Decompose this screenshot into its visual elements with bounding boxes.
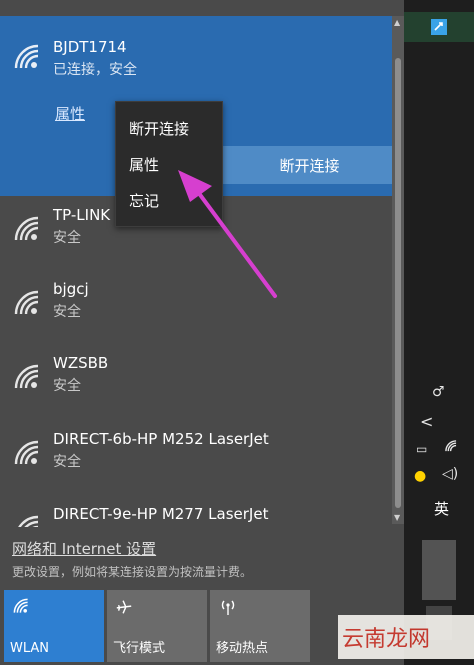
network-item[interactable]: DIRECT-6b-HP M252 LaserJet 安全	[0, 428, 392, 500]
menu-item-properties[interactable]: 属性	[129, 154, 159, 175]
properties-link[interactable]: 属性	[55, 103, 85, 124]
taskbar-app-icon[interactable]	[404, 12, 474, 42]
mobile-hotspot-tile[interactable]: 移动热点	[210, 590, 310, 662]
wifi-icon	[12, 515, 42, 527]
tile-label: 移动热点	[216, 641, 269, 656]
network-name: BJDT1714	[53, 38, 127, 56]
menu-item-disconnect[interactable]: 断开连接	[129, 118, 189, 139]
network-item[interactable]: DIRECT-9e-HP M277 LaserJet	[0, 503, 392, 527]
tile-label: WLAN	[10, 641, 50, 656]
chevron-left-icon[interactable]: <	[420, 412, 433, 431]
blurred-area	[422, 540, 456, 600]
airplane-mode-tile[interactable]: 飞行模式	[107, 590, 207, 662]
scroll-down-icon[interactable]: ▼	[394, 513, 400, 522]
ime-indicator[interactable]: 英	[434, 498, 449, 519]
watermark: 云南龙网	[338, 615, 474, 659]
people-icon[interactable]: ♂	[432, 384, 445, 400]
network-settings-link[interactable]: 网络和 Internet 设置	[12, 538, 156, 559]
battery-icon[interactable]: ▭	[416, 442, 427, 456]
volume-icon[interactable]: ◁)	[442, 466, 458, 482]
network-item[interactable]: bjgcj 安全	[0, 278, 392, 350]
disconnect-button[interactable]: 断开连接	[222, 146, 397, 184]
network-status: 安全	[53, 378, 81, 394]
wifi-icon	[12, 216, 42, 246]
network-status: 安全	[53, 230, 81, 246]
tile-label: 飞行模式	[113, 641, 166, 656]
network-name: bjgcj	[53, 280, 89, 298]
network-status: 安全	[53, 304, 81, 320]
network-name: TP-LINK	[53, 206, 111, 224]
watermark-text: 云南龙网	[342, 627, 431, 652]
airplane-icon	[115, 598, 133, 620]
context-menu: 断开连接 属性 忘记	[115, 101, 223, 227]
taskbar: ♂ < ▭ ● ◁) 英	[404, 0, 474, 665]
menu-item-forget[interactable]: 忘记	[129, 190, 159, 211]
scroll-up-icon[interactable]: ▲	[394, 18, 400, 27]
hotspot-icon	[218, 598, 238, 620]
wifi-icon	[12, 598, 30, 618]
network-name: DIRECT-6b-HP M252 LaserJet	[53, 430, 269, 448]
wifi-icon	[12, 440, 42, 470]
wlan-tile[interactable]: WLAN	[4, 590, 104, 662]
qq-icon[interactable]: ●	[414, 468, 426, 484]
network-item[interactable]: WZSBB 安全	[0, 352, 392, 424]
network-flyout: BJDT1714 已连接，安全 属性 断开连接 TP-LINK 安全 bjgcj…	[0, 0, 404, 665]
network-name: WZSBB	[53, 354, 109, 372]
wifi-icon	[12, 44, 42, 74]
network-status: 已连接，安全	[53, 62, 137, 78]
wifi-icon	[12, 290, 42, 320]
network-tray-icon[interactable]	[444, 440, 458, 456]
wifi-icon	[12, 364, 42, 394]
scroll-thumb[interactable]	[395, 58, 401, 508]
scrollbar[interactable]: ▲ ▼	[392, 16, 404, 524]
network-name: DIRECT-9e-HP M277 LaserJet	[53, 505, 269, 523]
settings-description: 更改设置，例如将某连接设置为按流量计费。	[12, 565, 253, 579]
network-status: 安全	[53, 454, 81, 470]
